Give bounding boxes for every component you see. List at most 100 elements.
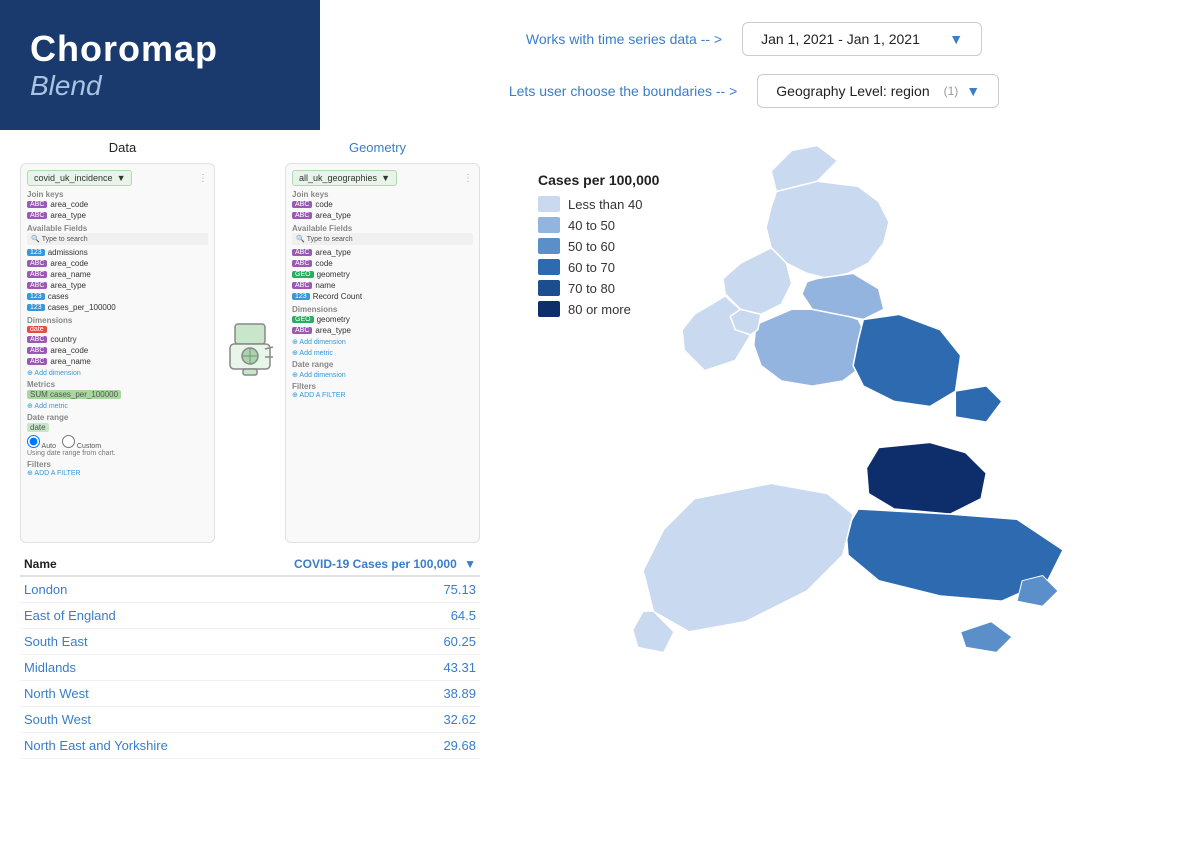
dim-date: date — [27, 326, 47, 333]
geo-dim-tag: ABC — [292, 327, 312, 334]
header: Choromap Blend Works with time series da… — [0, 0, 1188, 130]
geo-filters-section: Filters ⊕ ADD A FILTER — [292, 382, 473, 399]
legend-item: 40 to 50 — [538, 217, 659, 233]
midlands-region[interactable] — [754, 309, 869, 386]
dim-tag: ABC — [27, 358, 47, 365]
geometry-panel-label: Geometry — [275, 140, 480, 155]
row-name: North West — [20, 681, 224, 707]
legend-item: 70 to 80 — [538, 280, 659, 296]
row-value: 32.62 — [224, 707, 480, 733]
geometry-source-name: all_uk_geographies — [299, 173, 377, 183]
metrics-section: Metrics SUM cases_per_100000 ⊕ Add metri… — [27, 380, 208, 410]
dim-tag: ABC — [27, 347, 47, 354]
blender-icon-svg — [225, 319, 275, 379]
add-dim-date-btn[interactable]: ⊕ Add dimension — [292, 371, 473, 379]
available-fields-label: Available Fields — [27, 224, 208, 233]
geography-level-value: Geography Level: region — [776, 83, 929, 99]
coastal-detail-1 — [1017, 576, 1058, 607]
legend-label: 70 to 80 — [568, 281, 615, 296]
add-filter-left-btn[interactable]: ⊕ ADD A FILTER — [27, 469, 208, 477]
col-name-header: Name — [20, 553, 224, 576]
time-series-row: Works with time series data -- > Jan 1, … — [360, 22, 1148, 56]
geo-field-tag: ABC — [292, 260, 312, 267]
app-title: Choromap — [30, 28, 290, 70]
legend-swatch — [538, 280, 560, 296]
geo-field-tag: ABC — [292, 282, 312, 289]
main-content: Data Geometry covid_uk_incidence ▼ ⋮ Joi… — [0, 130, 1188, 847]
blend-icon-area — [225, 163, 275, 543]
geography-dropdown[interactable]: Geography Level: region (1) ▼ — [757, 74, 999, 108]
geo-pane-options[interactable]: ⋮ — [463, 173, 473, 184]
blend-area: covid_uk_incidence ▼ ⋮ Join keys ABCarea… — [20, 163, 480, 543]
add-dimension-btn[interactable]: ⊕ Add dimension — [27, 369, 208, 377]
coastal-detail-2 — [961, 622, 1012, 653]
legend-swatch — [538, 301, 560, 317]
metric-sort-icon[interactable]: ▼ — [464, 557, 476, 571]
metric-highlight: SUM cases_per_100000 — [27, 390, 121, 399]
left-filters-section: Filters ⊕ ADD A FILTER — [27, 460, 208, 477]
data-panel-label: Data — [20, 140, 225, 155]
row-value: 43.31 — [224, 655, 480, 681]
data-pane: covid_uk_incidence ▼ ⋮ Join keys ABCarea… — [20, 163, 215, 543]
dim-tag: ABC — [27, 336, 47, 343]
field-tag: 123 — [27, 293, 45, 300]
geo-dim-tag: GEO — [292, 316, 314, 323]
south-west-region[interactable] — [643, 483, 853, 632]
geo-field-search[interactable]: 🔍Type to search — [292, 233, 473, 245]
table-row: East of England 64.5 — [20, 603, 480, 629]
row-value: 75.13 — [224, 576, 480, 603]
table-body: London 75.13 East of England 64.5 South … — [20, 576, 480, 759]
geo-dropdown-arrow: ▼ — [966, 83, 980, 99]
data-source-title: covid_uk_incidence ▼ — [27, 170, 132, 186]
row-name: Midlands — [20, 655, 224, 681]
legend-items: Less than 40 40 to 50 50 to 60 60 to 70 … — [538, 196, 659, 317]
data-pane-options[interactable]: ⋮ — [198, 173, 208, 184]
date-range-dropdown[interactable]: Jan 1, 2021 - Jan 1, 2021 ▼ — [742, 22, 982, 56]
dimensions-section: Dimensions date ABCcountry ABCarea_code … — [27, 316, 208, 377]
row-name: London — [20, 576, 224, 603]
table-row: South West 32.62 — [20, 707, 480, 733]
east-of-england-region[interactable] — [853, 314, 961, 406]
add-filter-geo-btn[interactable]: ⊕ ADD A FILTER — [292, 391, 473, 399]
geo-available-fields: Available Fields 🔍Type to search ABCarea… — [292, 224, 473, 302]
field-tag: ABC — [27, 271, 47, 278]
blend-icon — [225, 319, 275, 388]
legend-item: Less than 40 — [538, 196, 659, 212]
panel-labels: Data Geometry — [20, 140, 480, 155]
geo-join-keys-section: Join keys ABCcode ABCarea_type — [292, 190, 473, 221]
table-row: South East 60.25 — [20, 629, 480, 655]
add-dimension-geo-btn[interactable]: ⊕ Add dimension — [292, 338, 473, 346]
header-controls: Works with time series data -- > Jan 1, … — [320, 22, 1188, 108]
row-name: East of England — [20, 603, 224, 629]
legend-swatch — [538, 259, 560, 275]
geo-join-tag-2: ABC — [292, 212, 312, 219]
geometry-pane: all_uk_geographies ▼ ⋮ Join keys ABCcode… — [285, 163, 480, 543]
boundary-row: Lets user choose the boundaries -- > Geo… — [360, 74, 1148, 108]
legend-item: 60 to 70 — [538, 259, 659, 275]
date-field: date — [27, 423, 49, 432]
field-search[interactable]: 🔍Type to search — [27, 233, 208, 245]
legend-label: Less than 40 — [568, 197, 642, 212]
left-panel: Data Geometry covid_uk_incidence ▼ ⋮ Joi… — [0, 130, 500, 847]
time-series-label: Works with time series data -- > — [526, 31, 722, 47]
legend-swatch — [538, 238, 560, 254]
row-name: North East and Yorkshire — [20, 733, 224, 759]
london-region[interactable] — [866, 442, 986, 514]
join-tag-1: ABC — [27, 201, 47, 208]
geo-field-tag: GEO — [292, 271, 314, 278]
legend-label: 50 to 60 — [568, 239, 615, 254]
data-table: Name COVID-19 Cases per 100,000 ▼ London… — [20, 553, 480, 759]
east-anglia-tip — [956, 386, 1002, 422]
row-value: 29.68 — [224, 733, 480, 759]
date-dropdown-arrow: ▼ — [949, 31, 963, 47]
table-row: North West 38.89 — [20, 681, 480, 707]
geo-field-tag: ABC — [292, 249, 312, 256]
available-fields-section: Available Fields 🔍Type to search 123admi… — [27, 224, 208, 313]
join-tag-2: ABC — [27, 212, 47, 219]
date-range-value: Jan 1, 2021 - Jan 1, 2021 — [761, 31, 920, 47]
data-source-arrow: ▼ — [117, 173, 126, 183]
add-metric-geo-btn[interactable]: ⊕ Add metric — [292, 349, 473, 357]
add-metric-btn[interactable]: ⊕ Add metric — [27, 402, 208, 410]
legend-item: 80 or more — [538, 301, 659, 317]
date-range-section: Date range date Auto Custom Using date r… — [27, 413, 208, 457]
